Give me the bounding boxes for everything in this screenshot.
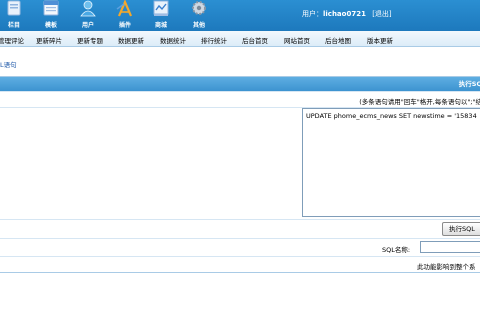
breadcrumb[interactable]: L语句 [0,59,17,69]
nav-columns[interactable]: 栏目 [0,0,29,31]
button-row: 执行SQL [0,219,480,238]
nav-user[interactable]: 用户 [73,0,103,31]
sql-hint: (多条语句请用"回车"格开,每条语句以";"结 [359,98,480,106]
menu-item-admin-map[interactable]: 后台地图 [325,35,351,45]
gear-icon [192,1,206,15]
nav-user-label: 用户 [81,22,94,29]
execute-sql-button[interactable]: 执行SQL [442,222,480,236]
plugin-icon [116,0,133,17]
menu-item-comments[interactable]: 管理评论 [0,35,24,45]
menu-item-topics[interactable]: 更新专题 [77,35,103,45]
menu-item-statistics[interactable]: 数据统计 [160,35,186,45]
hint-row: (多条语句请用"回车"格开,每条语句以";"结 [0,91,480,107]
user-prefix: 用户： [302,10,323,18]
nav-template[interactable]: 模板 [36,0,66,31]
panel-title: 执行SQ [0,77,480,91]
columns-icon [7,0,21,16]
menu-item-site-home[interactable]: 网站首页 [284,35,310,45]
note-row: 此功能影响到整个系 [0,256,480,272]
menu-item-data-update[interactable]: 数据更新 [118,35,144,45]
name-row: SQL名称: [0,238,480,256]
logout-link[interactable]: [退出] [372,10,391,18]
menu-item-ranking[interactable]: 排行统计 [201,35,227,45]
nav-other[interactable]: 其他 [184,0,214,31]
nav-shop-label: 商城 [154,22,167,29]
sql-row: UPDATE phome_ecms_news SET newstime = '1… [0,107,480,219]
nav-columns-label: 栏目 [7,22,20,29]
nav-other-label: 其他 [192,22,205,29]
top-header: 栏目 模板 用户 插件 商城 其他 用户：lichao0721 [退出] [0,0,480,31]
nav-plugin[interactable]: 插件 [110,0,140,31]
menu-item-fragments[interactable]: 更新碎片 [36,35,62,45]
menu-item-version-update[interactable]: 版本更新 [367,35,393,45]
template-icon [43,0,59,16]
secondary-menu: 管理评论 更新碎片 更新专题 数据更新 数据统计 排行统计 后台首页 网站首页 … [0,31,480,47]
sql-textarea[interactable]: UPDATE phome_ecms_news SET newstime = '1… [302,108,480,217]
sql-name-label: SQL名称: [382,246,411,254]
shop-icon [153,0,169,16]
nav-plugin-label: 插件 [118,22,131,29]
username: lichao0721 [323,10,366,18]
nav-shop[interactable]: 商城 [146,0,176,31]
impact-note: 此功能影响到整个系 [417,263,476,271]
nav-template-label: 模板 [44,22,57,29]
sql-panel: 执行SQ (多条语句请用"回车"格开,每条语句以";"结 UPDATE phom… [0,76,480,273]
user-info: 用户：lichao0721 [退出] [302,9,392,19]
user-icon [80,0,96,17]
menu-item-admin-home[interactable]: 后台首页 [242,35,268,45]
sql-name-input[interactable] [420,241,480,253]
